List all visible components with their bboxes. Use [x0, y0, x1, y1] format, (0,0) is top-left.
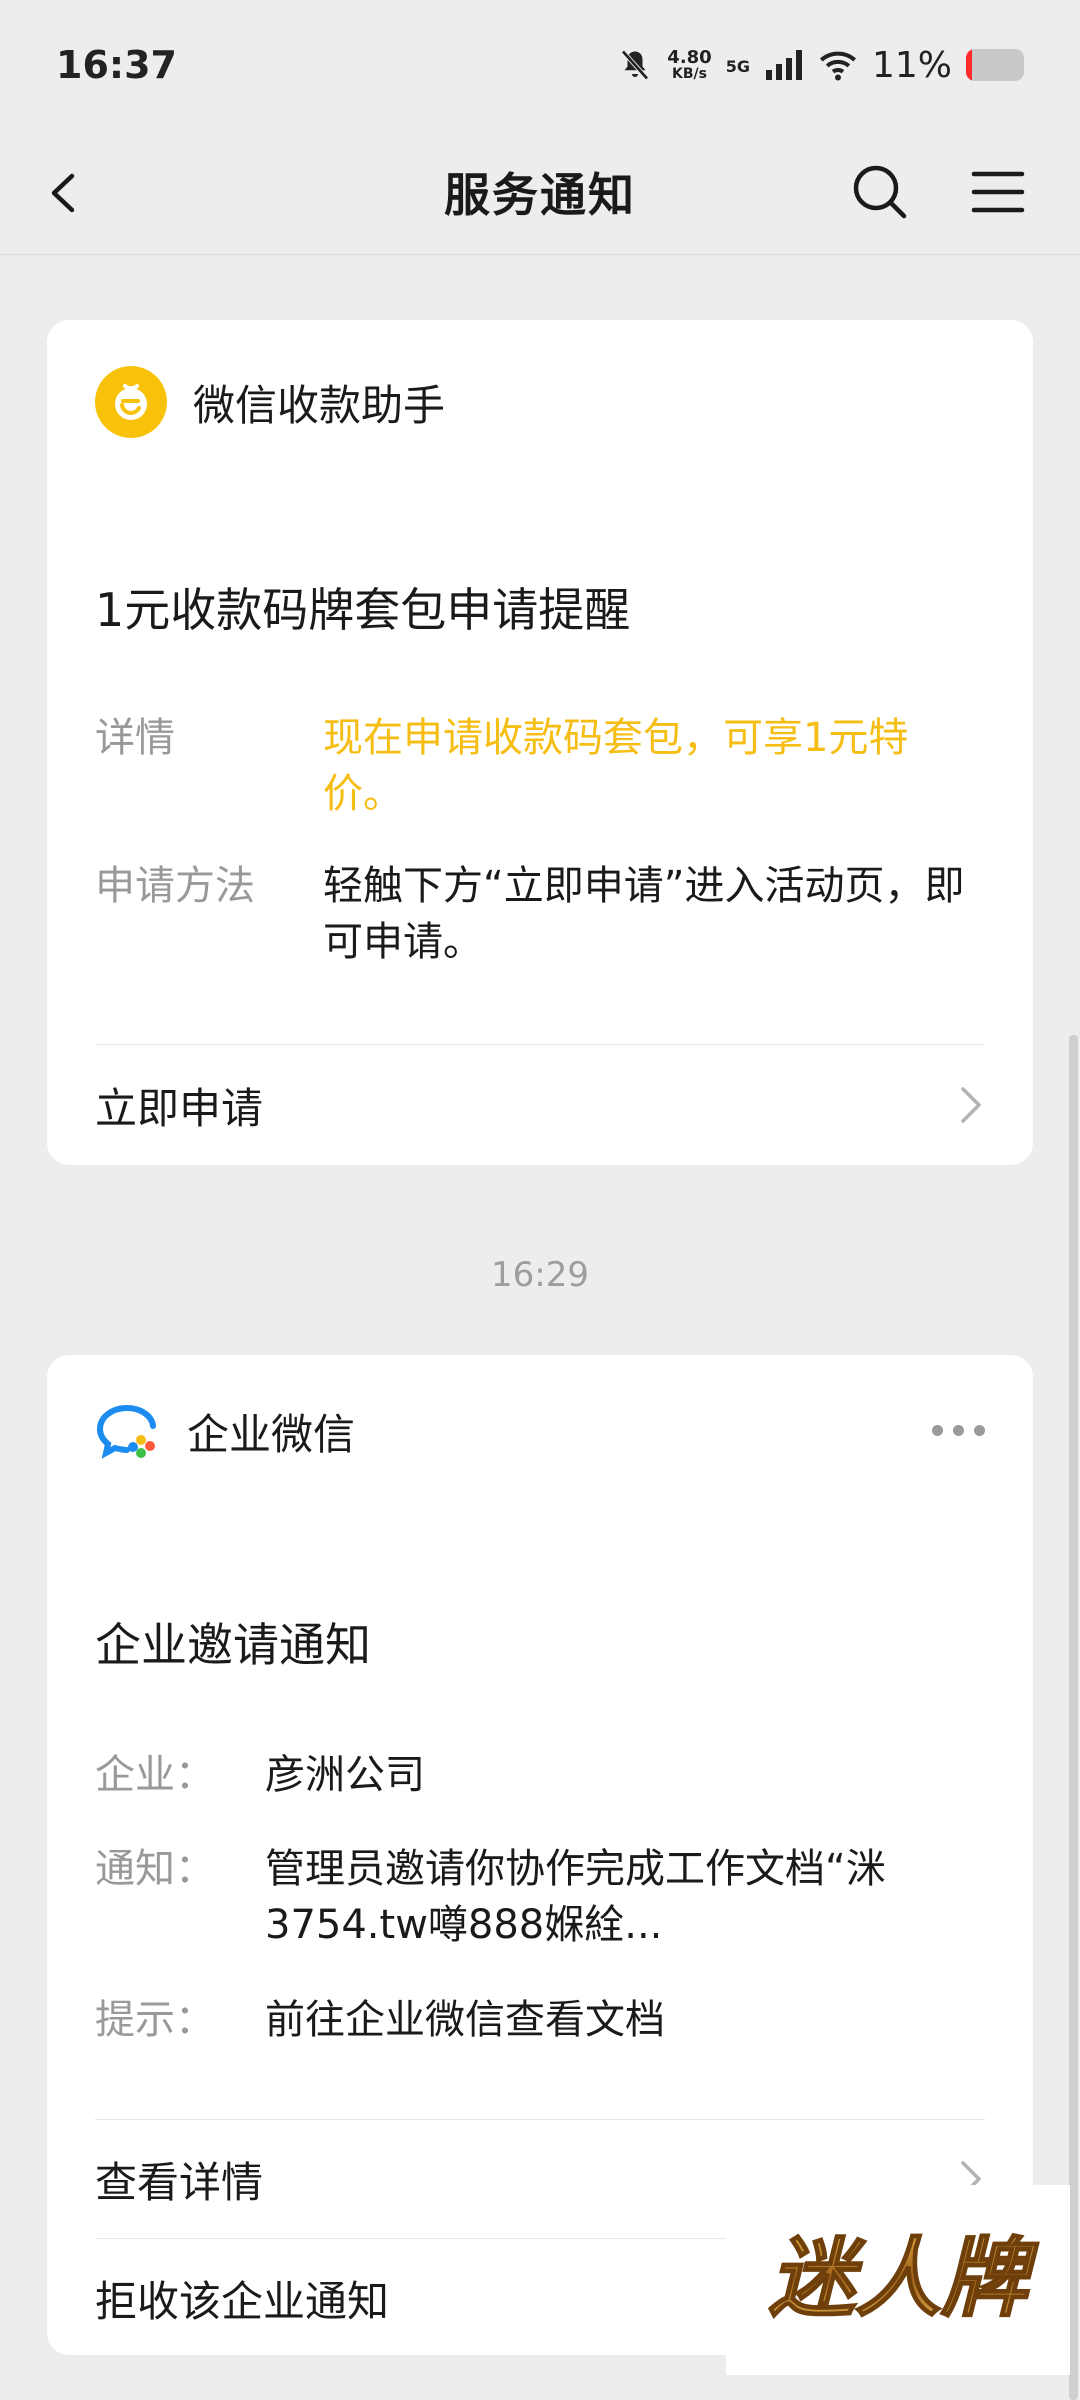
field-row: 通知： 管理员邀请你协作完成工作文档“洣3754.tw噂888媬絟...	[95, 1841, 975, 1953]
status-bar: 16:37 4.80 KB/s 5G 11%	[0, 0, 1080, 130]
field-value: 轻触下方“立即申请”进入活动页，即可申请。	[323, 863, 965, 965]
battery-icon	[966, 49, 1024, 81]
sender-name: 微信收款助手	[193, 380, 446, 430]
divider	[95, 2119, 985, 2120]
back-arrow-icon[interactable]	[40, 168, 90, 218]
field-value: 前往企业微信查看文档	[265, 1997, 665, 2043]
status-time: 16:37	[56, 43, 177, 87]
field-label: 申请方法	[95, 863, 255, 909]
wifi-icon	[819, 51, 856, 81]
field-label: 企业：	[95, 1752, 215, 1798]
message-time: 16:29	[491, 1255, 589, 1295]
cellular-signal-icon	[765, 50, 802, 80]
dot	[953, 1425, 964, 1436]
action-label: 立即申请	[95, 1083, 264, 1133]
field-value: 现在申请收款码套包，可享1元特价。	[323, 715, 909, 817]
page-title: 服务通知	[444, 168, 636, 222]
card-header: 微信收款助手	[95, 366, 445, 438]
network-speed: 4.80 KB/s	[667, 47, 712, 82]
apply-now-button[interactable]: 立即申请	[95, 1055, 985, 1155]
field-row: 提示： 前往企业微信查看文档	[95, 1992, 975, 2048]
dot	[974, 1425, 985, 1436]
network-speed-unit: KB/s	[672, 66, 707, 82]
nav-bar: 服务通知	[0, 130, 1080, 255]
watermark-logo: 迷人牌	[768, 2228, 1040, 2330]
network-speed-value: 4.80	[667, 47, 712, 68]
message-title: 企业邀请通知	[95, 1618, 371, 1672]
field-label: 通知：	[95, 1846, 215, 1892]
action-label: 查看详情	[95, 2157, 264, 2207]
battery-level-fill	[966, 49, 973, 81]
svg-text:迷人牌: 迷人牌	[769, 2229, 1039, 2329]
message-title: 1元收款码牌套包申请提醒	[95, 583, 631, 637]
chevron-right-icon	[961, 1087, 981, 1123]
field-value: 管理员邀请你协作完成工作文档“洣3754.tw噂888媬絟...	[265, 1846, 886, 1948]
field-label: 详情	[95, 715, 175, 761]
wechat-pay-assistant-logo-icon	[95, 366, 167, 438]
network-type: 5G	[725, 56, 750, 76]
divider	[95, 1044, 985, 1045]
search-icon[interactable]	[850, 162, 910, 222]
field-value: 彦洲公司	[265, 1752, 425, 1798]
notifications-muted-icon	[621, 50, 649, 80]
field-row: 企业： 彦洲公司	[95, 1747, 975, 1803]
card-header: 企业微信	[95, 1401, 355, 1462]
wecom-logo-icon	[96, 1404, 156, 1459]
notification-card: 微信收款助手 1元收款码牌套包申请提醒 详情 现在申请收款码套包，可享1元特价。…	[47, 320, 1033, 1165]
dot	[932, 1425, 943, 1436]
scrollbar[interactable]	[1069, 1035, 1078, 2400]
status-icons: 4.80 KB/s 5G 11%	[617, 45, 1024, 86]
menu-icon[interactable]	[970, 164, 1026, 220]
action-label: 拒收该企业通知	[95, 2276, 390, 2326]
watermark: 迷人牌	[726, 2185, 1070, 2375]
field-label: 提示：	[95, 1997, 215, 2043]
battery-percent: 11%	[871, 44, 952, 86]
more-options-icon[interactable]	[932, 1425, 985, 1436]
sender-name: 企业微信	[187, 1410, 356, 1459]
field-row: 详情 现在申请收款码套包，可享1元特价。	[95, 710, 973, 822]
field-row: 申请方法 轻触下方“立即申请”进入活动页，即可申请。	[95, 858, 973, 970]
